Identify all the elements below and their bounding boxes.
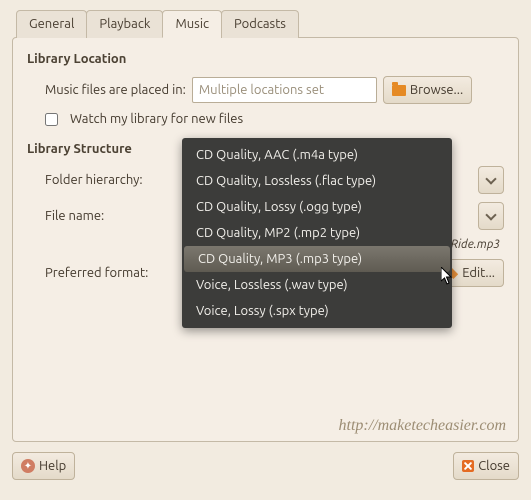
close-button-label: Close (478, 459, 510, 473)
browse-button-label: Browse... (410, 83, 463, 97)
tabs-bar: General Playback Music Podcasts (16, 10, 519, 38)
edit-button-label: Edit... (462, 266, 495, 280)
format-option[interactable]: CD Quality, MP2 (.mp2 type) (182, 220, 452, 246)
format-option[interactable]: CD Quality, MP3 (.mp3 type) (184, 246, 450, 272)
format-option-label: CD Quality, MP3 (.mp3 type) (198, 252, 362, 266)
format-dropdown-menu: CD Quality, AAC (.m4a type) CD Quality, … (182, 138, 452, 328)
chevron-down-icon (485, 173, 496, 184)
tab-general[interactable]: General (16, 10, 87, 38)
help-icon: ✦ (21, 459, 35, 473)
browse-button[interactable]: Browse... (383, 76, 472, 104)
help-button[interactable]: ✦ Help (12, 452, 75, 480)
library-location-heading: Library Location (27, 52, 504, 66)
tab-music[interactable]: Music (162, 10, 222, 38)
music-panel: Library Location Music files are placed … (12, 37, 519, 442)
watch-library-label: Watch my library for new files (70, 112, 243, 126)
file-name-chevron[interactable] (478, 202, 504, 230)
watermark-url: http://maketecheasier.com (339, 417, 507, 435)
file-name-label: File name: (45, 209, 165, 223)
library-location-section: Library Location Music files are placed … (27, 52, 504, 126)
library-structure-section: Library Structure Folder hierarchy: File… (27, 142, 504, 287)
music-location-input[interactable] (192, 77, 377, 103)
help-button-label: Help (39, 459, 66, 473)
format-option[interactable]: Voice, Lossless (.wav type) (182, 272, 452, 298)
tab-podcasts[interactable]: Podcasts (221, 10, 299, 38)
close-icon (462, 460, 474, 472)
folder-hierarchy-chevron[interactable] (478, 166, 504, 194)
format-option[interactable]: CD Quality, Lossless (.flac type) (182, 168, 452, 194)
chevron-down-icon (485, 209, 496, 220)
watch-library-checkbox[interactable] (45, 113, 58, 126)
folder-icon (392, 85, 406, 96)
format-option[interactable]: CD Quality, AAC (.m4a type) (182, 142, 452, 168)
close-button[interactable]: Close (453, 452, 519, 480)
format-option[interactable]: CD Quality, Lossy (.ogg type) (182, 194, 452, 220)
format-option[interactable]: Voice, Lossy (.spx type) (182, 298, 452, 324)
tab-playback[interactable]: Playback (86, 10, 163, 38)
music-files-label: Music files are placed in: (45, 83, 186, 97)
dialog-button-bar: ✦ Help Close (12, 452, 519, 480)
folder-hierarchy-label: Folder hierarchy: (45, 173, 165, 187)
preferred-format-label: Preferred format: (45, 266, 165, 280)
